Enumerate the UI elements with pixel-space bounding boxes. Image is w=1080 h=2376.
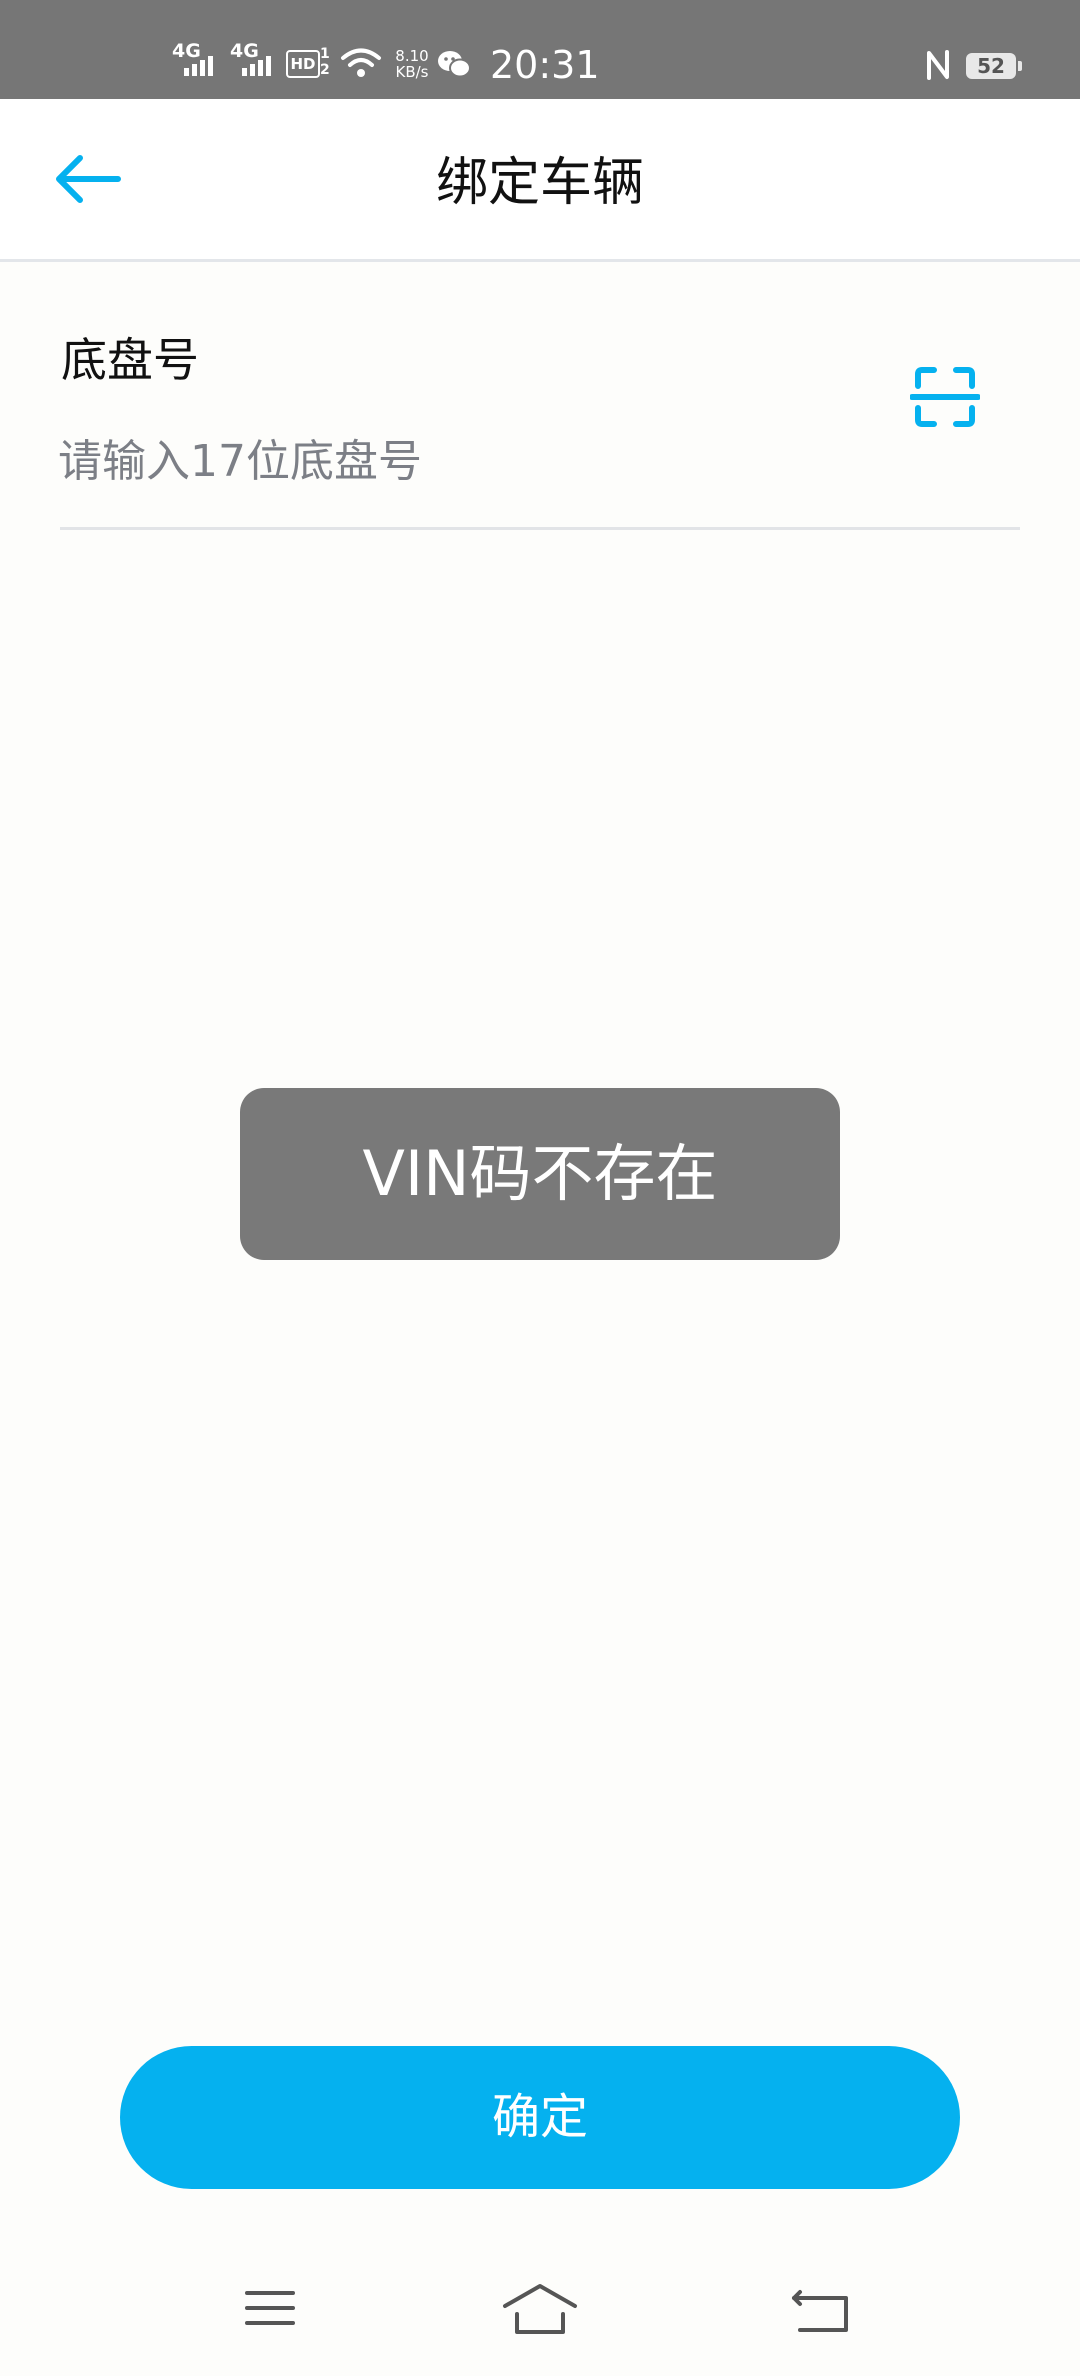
hd-sim-2: 2: [320, 62, 330, 78]
status-bar: 4G 4G HD 1 2 8.10 KB/s 20:31 52: [0, 0, 1080, 99]
menu-icon[interactable]: [225, 2278, 315, 2338]
page-title: 绑定车辆: [435, 153, 644, 213]
network-speed-value: 8.10: [395, 47, 429, 65]
scan-frame-icon[interactable]: [910, 362, 980, 432]
chassis-number-input[interactable]: [58, 420, 878, 502]
error-toast: VIN码不存在: [240, 1088, 840, 1260]
battery-icon: 52: [966, 53, 1022, 79]
confirm-button[interactable]: 确定: [120, 2046, 960, 2189]
cellular-signal-icon: 4G: [230, 42, 284, 82]
network-speed-unit: KB/s: [395, 63, 429, 81]
wifi-icon: [341, 48, 381, 77]
hd-voice-icon: HD 1 2: [286, 46, 334, 78]
arrow-left-icon[interactable]: [52, 149, 124, 209]
back-icon[interactable]: [778, 2278, 868, 2338]
app-header: 绑定车辆: [0, 99, 1080, 262]
field-divider: [60, 527, 1020, 530]
network-speed: 8.10 KB/s: [392, 48, 432, 84]
wechat-icon: [438, 51, 471, 78]
system-nav-bar: [0, 2236, 1080, 2376]
hd-label: HD: [286, 50, 320, 78]
home-icon[interactable]: [495, 2278, 585, 2338]
nfc-icon: [927, 50, 949, 80]
cellular-signal-icon: 4G: [172, 42, 226, 82]
hd-sim-1: 1: [320, 46, 330, 62]
chassis-number-label: 底盘号: [61, 333, 199, 387]
clock: 20:31: [490, 43, 600, 87]
